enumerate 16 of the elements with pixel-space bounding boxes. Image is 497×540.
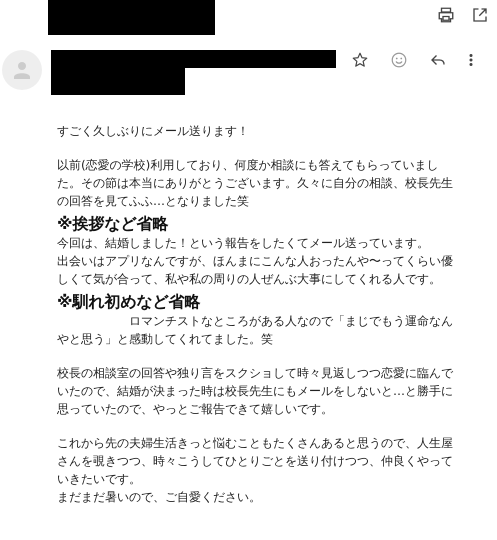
message-paragraph: 今回は、結婚しました！という報告をしたくてメール送っています。 <box>57 235 430 252</box>
message-paragraph: ロマンチストなところがある人なので「まじでもう運命なんやと思う」と感動してくれてました。笑 <box>57 313 454 348</box>
message-paragraph: 出会いはアプリなんですが、ほんまにこんな人おったんや〜ってくらい優しくて気が合って、私や私の周りの人ぜんぶ大事にしてくれる人です。 <box>57 253 454 288</box>
message-paragraph: 校長の相談室の回答や独り言をスクショして時々見返しつつ恋愛に臨んでいたので、結婚が決まった時は校長先生にもメールをしないと…と勝手に思っていたので、やっとご報告できて嬉しいです。 <box>57 365 454 418</box>
message-paragraph: まだまだ暑いので、ご自愛ください。 <box>57 489 262 506</box>
message-paragraph: すごく久しぶりにメール送ります！ <box>57 123 250 140</box>
print-icon[interactable] <box>437 6 455 24</box>
more-icon[interactable] <box>468 51 474 69</box>
message-paragraph: これから先の夫婦生活きっと悩むこともたくさんあると思うので、人生屋さんを覗きつつ、時々こうしてひとりごとを送り付けつつ、仲良くやっていきたいです。 <box>57 435 454 488</box>
section-heading: ※挨拶など省略 <box>57 214 170 234</box>
avatar <box>2 50 42 90</box>
star-icon[interactable] <box>351 51 369 69</box>
section-heading: ※馴れ初めなど省略 <box>57 292 202 312</box>
smiley-icon[interactable] <box>390 51 408 69</box>
open-in-new-icon[interactable] <box>471 6 489 24</box>
message-paragraph: 以前(恋愛の学校)利用しており、何度か相談にも答えてもらっていました。その節は本当にありがとうございます。久々に自分の相談、校長先生の回答を見てふふ…となりました笑 <box>57 157 454 210</box>
